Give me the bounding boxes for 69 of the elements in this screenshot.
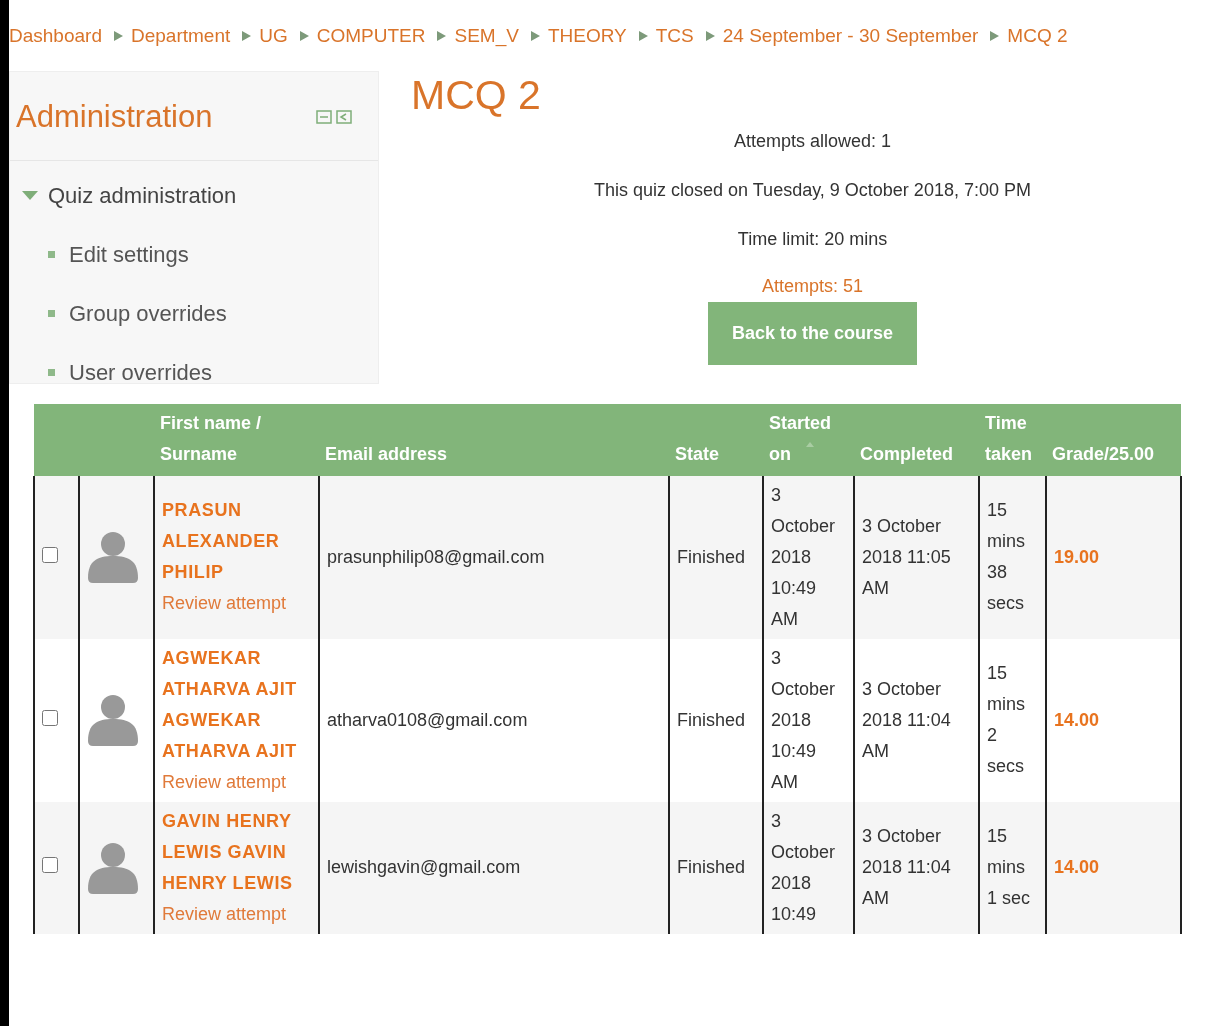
back-button[interactable]: Back to the course <box>707 301 918 365</box>
row-checkbox[interactable] <box>42 857 58 873</box>
email-text: atharva0108@gmail.com <box>327 709 528 730</box>
bullet-icon <box>48 369 55 376</box>
bullet-icon <box>48 251 55 258</box>
started-on-text: 3 October 2018 10:49 <box>771 810 836 924</box>
info-text: Time limit: 20 mins <box>737 228 888 249</box>
started-on-text: 3 October 2018 10:49 AM <box>771 484 836 629</box>
grade-link[interactable]: 14.00 <box>1054 857 1100 877</box>
review-attempt-link[interactable]: Review attempt <box>162 771 287 792</box>
separator-icon <box>530 31 540 42</box>
email-text: lewishgavin@gmail.com <box>327 857 521 877</box>
column-header[interactable]: Started on <box>763 403 854 476</box>
bullet-icon <box>48 310 55 317</box>
student-name-link[interactable]: PRASUN ALEXANDER PHILIP <box>162 495 311 588</box>
grade-link[interactable]: 14.00 <box>1054 709 1100 730</box>
column-header: Time taken <box>979 403 1046 476</box>
grade-link[interactable]: 19.00 <box>1054 546 1100 567</box>
sidebar-link[interactable]: User overrides <box>69 356 213 383</box>
expand-caret-icon[interactable] <box>22 191 38 200</box>
completed-text: 3 October 2018 11:04 AM <box>862 678 951 761</box>
breadcrumb-link[interactable]: THEORY <box>547 22 627 51</box>
breadcrumb-link[interactable]: TCS <box>655 22 694 51</box>
time-taken-text: 15 mins 38 secs <box>987 500 1025 613</box>
info-text: Attempts allowed: 1 <box>733 130 892 151</box>
email-text: prasunphilip08@gmail.com <box>327 546 545 567</box>
time-taken-text: 15 mins 2 secs <box>987 663 1025 776</box>
state-text: Finished <box>677 546 746 567</box>
attempts-link[interactable]: Attempts: 51 <box>761 275 864 296</box>
row-checkbox[interactable] <box>42 546 58 563</box>
breadcrumb-link[interactable]: Dashboard <box>9 22 102 51</box>
column-header: First name / Surname <box>154 403 319 476</box>
column-header: Grade/25.00 <box>1046 403 1181 476</box>
state-text: Finished <box>677 857 746 877</box>
completed-text: 3 October 2018 11:04 AM <box>862 826 951 908</box>
student-name-link[interactable]: AGWEKAR ATHARVA AJIT AGWEKAR ATHARVA AJIT <box>162 642 311 767</box>
student-name-link[interactable]: GAVIN HENRY LEWIS GAVIN HENRY LEWIS <box>162 805 311 899</box>
separator-icon <box>299 31 309 42</box>
page-heading: MCQ 2 <box>411 70 542 120</box>
breadcrumb-link[interactable]: MCQ 2 <box>1007 22 1068 51</box>
separator-icon <box>113 31 123 42</box>
sidebar-link[interactable]: Group overrides <box>69 297 227 330</box>
column-header: Email address <box>319 403 669 476</box>
column-header: Completed <box>854 403 979 476</box>
section-title[interactable]: Quiz administration <box>48 179 237 212</box>
separator-icon <box>437 31 447 42</box>
separator-icon <box>705 31 715 42</box>
completed-text: 3 October 2018 11:05 AM <box>862 515 951 598</box>
review-attempt-link[interactable]: Review attempt <box>162 903 287 924</box>
breadcrumb-link[interactable]: UG <box>259 22 288 51</box>
separator-icon <box>638 31 648 42</box>
breadcrumb-link[interactable]: COMPUTER <box>316 22 426 51</box>
column-header: State <box>669 403 763 476</box>
avatar-icon[interactable] <box>87 841 139 894</box>
avatar-icon[interactable] <box>87 531 139 583</box>
sidebar-link[interactable]: Edit settings <box>69 238 189 271</box>
avatar-icon[interactable] <box>87 694 139 746</box>
time-taken-text: 15 mins 1 sec <box>987 826 1031 908</box>
breadcrumb-link[interactable]: SEM_V <box>454 22 519 51</box>
separator-icon <box>242 31 252 42</box>
review-attempt-link[interactable]: Review attempt <box>162 593 287 613</box>
breadcrumb-link[interactable]: Department <box>130 22 231 51</box>
separator-icon <box>990 31 1000 42</box>
breadcrumb-link[interactable]: 24 September - 30 September <box>722 22 979 51</box>
sidebar-title: Administration <box>16 97 213 136</box>
info-text: This quiz closed on Tuesday, 9 October 2018, 7:00 PM <box>594 179 1031 200</box>
started-on-text: 3 October 2018 10:49 AM <box>771 647 836 792</box>
state-text: Finished <box>677 709 746 730</box>
row-checkbox[interactable] <box>42 709 58 726</box>
